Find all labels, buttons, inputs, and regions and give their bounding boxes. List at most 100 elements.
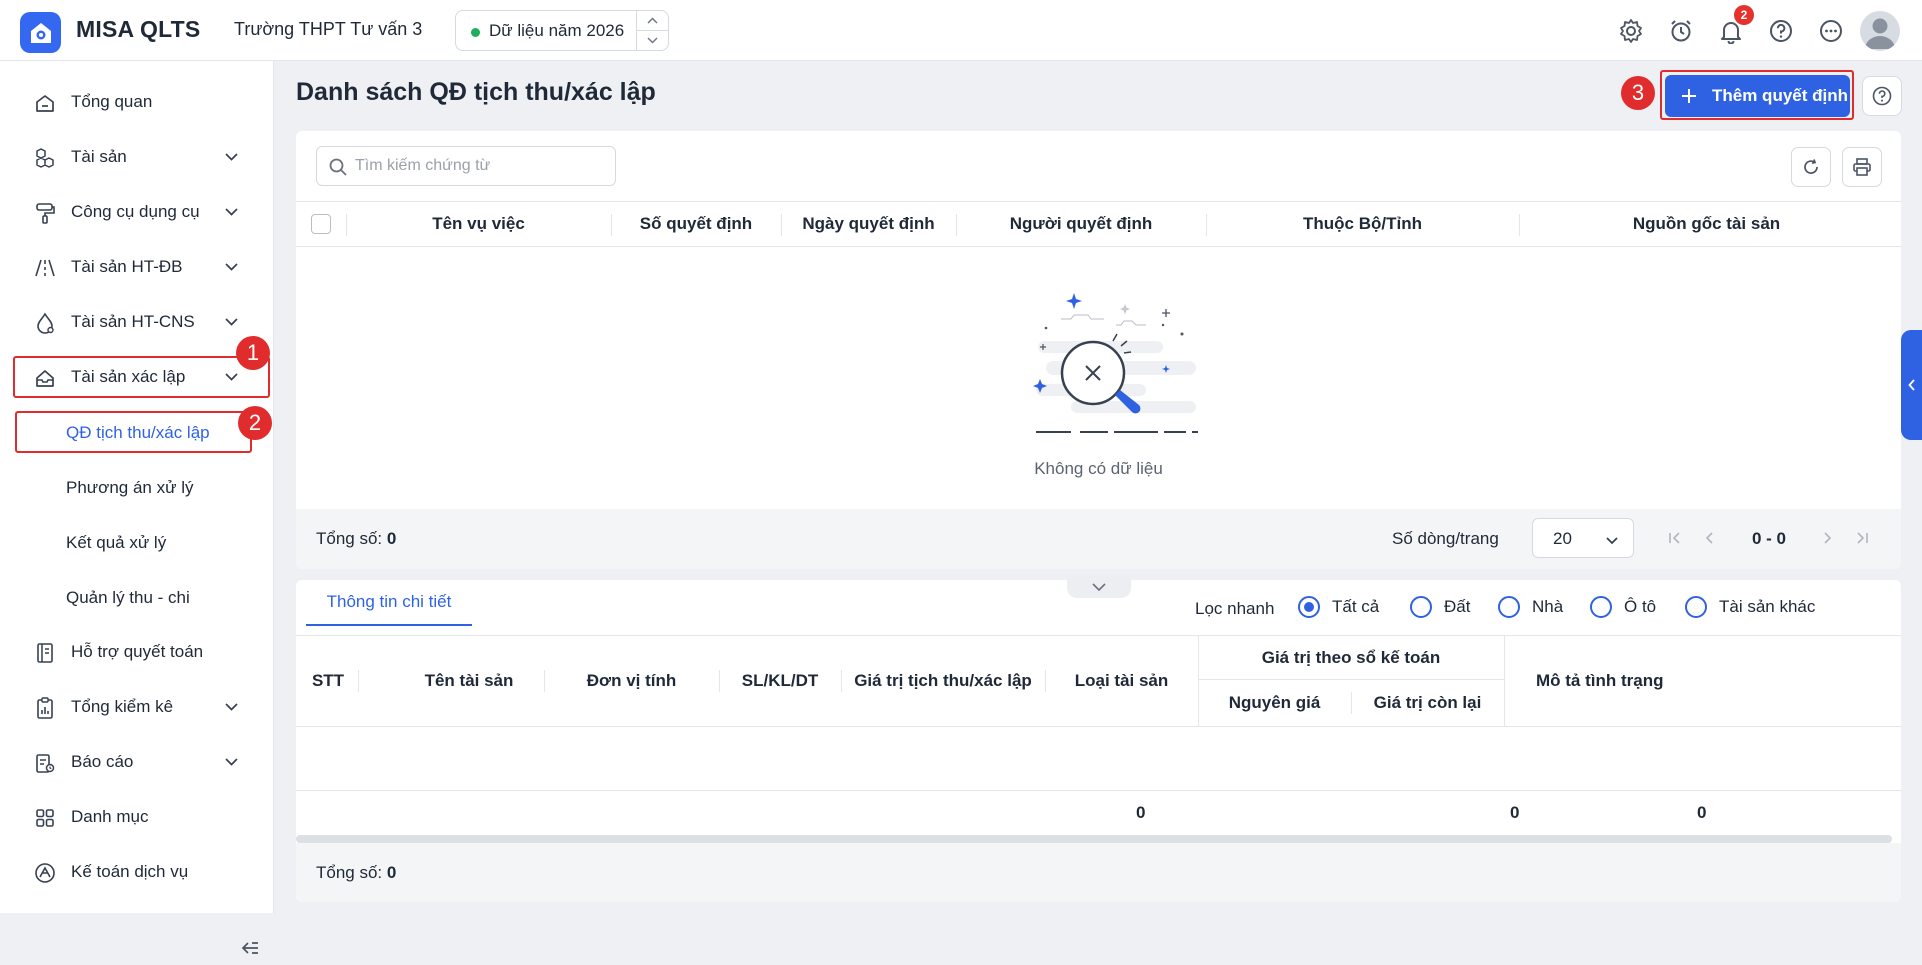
radio-button[interactable] bbox=[1298, 596, 1320, 618]
page-help-button[interactable] bbox=[1862, 76, 1902, 116]
sum-gia-tri-con-lai: 0 bbox=[1697, 803, 1707, 822]
column-header-sl-kl-dt[interactable]: SL/KL/DT bbox=[719, 636, 841, 726]
paint-roller-icon bbox=[34, 202, 56, 224]
chevron-left-icon bbox=[1907, 379, 1915, 391]
radio-label: Nhà bbox=[1532, 597, 1564, 616]
year-selector[interactable]: Dữ liệu năm 2026 bbox=[455, 10, 669, 51]
column-header-loai-tai-san[interactable]: Loại tài sản bbox=[1045, 636, 1198, 726]
column-header-gia-tri-tich-thu[interactable]: Giá trị tịch thu/xác lập bbox=[841, 636, 1045, 726]
sidebar-subitem-quan-ly-thu-chi[interactable]: Quản lý thu - chi bbox=[14, 576, 251, 620]
chevron-down-icon bbox=[1606, 537, 1618, 545]
home-icon bbox=[34, 92, 56, 114]
sum-nguyen-gia: 0 bbox=[1510, 803, 1520, 822]
year-label: Dữ liệu năm 2026 bbox=[489, 21, 625, 40]
tab-thong-tin-chi-tiet[interactable]: Thông tin chi tiết bbox=[306, 580, 472, 626]
radio-label: Ô tô bbox=[1624, 597, 1657, 616]
column-header-don-vi-tinh[interactable]: Đơn vị tính bbox=[544, 636, 719, 726]
empty-search-illustration bbox=[1033, 293, 1198, 433]
sidebar-item-bao-cao[interactable]: Báo cáo bbox=[12, 739, 256, 785]
help-question-icon[interactable] bbox=[1766, 16, 1796, 46]
sidebar-item-tai-san[interactable]: Tài sản bbox=[12, 134, 256, 180]
sidebar-item-tong-quan[interactable]: Tổng quan bbox=[12, 79, 256, 125]
radio-button[interactable] bbox=[1498, 596, 1520, 618]
select-all-checkbox[interactable] bbox=[311, 214, 331, 234]
sidebar-item-label: Tài sản xác lập bbox=[71, 367, 186, 386]
search-box[interactable] bbox=[316, 146, 616, 186]
sidebar-item-label: Tổng quan bbox=[71, 92, 153, 111]
user-avatar[interactable] bbox=[1860, 11, 1900, 51]
sidebar-subitem-qd-tich-thu[interactable]: QĐ tịch thu/xác lập bbox=[14, 411, 251, 455]
sidebar-subitem-label: Phương án xử lý bbox=[66, 478, 194, 497]
total-value: 0 bbox=[386, 529, 397, 548]
column-header-mo-ta-tinh-trang[interactable]: Mô tả tình trạng bbox=[1504, 636, 1901, 726]
sidebar-item-danh-muc[interactable]: Danh mục bbox=[12, 794, 256, 840]
chevron-down-icon[interactable] bbox=[637, 30, 668, 49]
chevron-down-icon bbox=[224, 315, 238, 329]
refresh-icon bbox=[1804, 159, 1818, 174]
radio-button[interactable] bbox=[1685, 596, 1707, 618]
sidebar-item-tai-san-ht-db[interactable]: Tài sản HT-ĐB bbox=[12, 244, 256, 290]
year-spinner[interactable] bbox=[636, 11, 668, 50]
sidebar-item-cong-cu-dung-cu[interactable]: Công cụ dụng cụ bbox=[12, 189, 256, 235]
road-icon bbox=[34, 257, 56, 279]
sidebar-subitem-ket-qua-xu-ly[interactable]: Kết quả xử lý bbox=[14, 521, 251, 565]
school-name[interactable]: Trường THPT Tư vấn 3 bbox=[234, 19, 422, 40]
column-header-so-quyet-dinh[interactable]: Số quyết định bbox=[611, 202, 781, 246]
column-header-nguoi-quyet-dinh[interactable]: Người quyết định bbox=[956, 202, 1206, 246]
radio-button[interactable] bbox=[1410, 596, 1432, 618]
radio-label: Tài sản khác bbox=[1719, 597, 1816, 616]
radio-label: Tất cả bbox=[1332, 597, 1380, 616]
toggle-detail-panel[interactable] bbox=[1067, 576, 1131, 598]
search-input[interactable] bbox=[353, 147, 609, 185]
rows-per-page-select[interactable]: 20 bbox=[1532, 518, 1634, 558]
settings-gear-icon[interactable] bbox=[1616, 16, 1646, 46]
radio-button[interactable] bbox=[1590, 596, 1612, 618]
filter-radio-nha[interactable]: Nhà bbox=[1498, 595, 1563, 619]
horizontal-scrollbar[interactable] bbox=[296, 835, 1892, 843]
column-header-ten-vu-viec[interactable]: Tên vụ việc bbox=[346, 202, 611, 246]
more-options-icon[interactable] bbox=[1816, 16, 1846, 46]
rows-per-page-value: 20 bbox=[1553, 529, 1572, 548]
page-title: Danh sách QĐ tịch thu/xác lập bbox=[296, 78, 656, 106]
sidebar-item-ke-toan-dich-vu[interactable]: Kế toán dịch vụ bbox=[12, 849, 256, 895]
sidebar-item-tai-san-xac-lap[interactable]: Tài sản xác lập bbox=[12, 354, 256, 400]
column-header-ngay-quyet-dinh[interactable]: Ngày quyết định bbox=[781, 202, 956, 246]
printer-icon bbox=[1853, 158, 1871, 176]
sidebar-subitem-phuong-an-xu-ly[interactable]: Phương án xử lý bbox=[14, 466, 251, 510]
total-count: Tổng số: 0 bbox=[316, 529, 396, 549]
step-badge-3: 3 bbox=[1621, 76, 1655, 110]
column-header-nguon-goc-tai-san[interactable]: Nguồn gốc tài sản bbox=[1519, 202, 1894, 246]
column-header-gia-tri-con-lai[interactable]: Giá trị còn lại bbox=[1351, 680, 1504, 726]
refresh-button[interactable] bbox=[1791, 147, 1831, 187]
plus-icon bbox=[1682, 89, 1696, 103]
column-header-nguyen-gia[interactable]: Nguyên giá bbox=[1198, 680, 1351, 726]
prev-page-icon[interactable] bbox=[1700, 528, 1720, 548]
next-page-icon[interactable] bbox=[1817, 528, 1837, 548]
column-header-stt[interactable]: STT bbox=[296, 636, 360, 726]
chevron-down-icon bbox=[224, 755, 238, 769]
chevron-down-icon bbox=[224, 205, 238, 219]
sidebar-item-tong-kiem-ke[interactable]: Tổng kiểm kê bbox=[12, 684, 256, 730]
side-drawer-tab[interactable] bbox=[1901, 330, 1922, 440]
column-header-thuoc-bo-tinh[interactable]: Thuộc Bộ/Tỉnh bbox=[1206, 202, 1519, 246]
step-badge-1: 1 bbox=[236, 336, 270, 370]
app-logo-icon[interactable] bbox=[20, 12, 61, 53]
collapse-sidebar-icon[interactable] bbox=[238, 936, 262, 960]
chevron-up-icon[interactable] bbox=[637, 11, 668, 30]
sidebar-item-ho-tro-quyet-toan[interactable]: Hỗ trợ quyết toán bbox=[12, 629, 256, 675]
column-divider bbox=[358, 670, 359, 692]
alarm-clock-icon[interactable] bbox=[1666, 16, 1696, 46]
sidebar-item-label: Công cụ dụng cụ bbox=[71, 202, 200, 221]
sidebar-subitem-label: Kết quả xử lý bbox=[66, 533, 167, 552]
radio-label: Đất bbox=[1444, 597, 1471, 616]
print-button[interactable] bbox=[1842, 147, 1882, 187]
filter-radio-tat-ca[interactable]: Tất cả bbox=[1298, 595, 1379, 619]
first-page-icon[interactable] bbox=[1665, 528, 1685, 548]
sidebar-item-tai-san-ht-cns[interactable]: Tài sản HT-CNS bbox=[12, 299, 256, 345]
sidebar-subitem-label: QĐ tịch thu/xác lập bbox=[66, 423, 210, 442]
filter-radio-dat[interactable]: Đất bbox=[1410, 595, 1470, 619]
add-decision-button[interactable]: Thêm quyết định bbox=[1665, 75, 1850, 117]
filter-radio-tai-san-khac[interactable]: Tài sản khác bbox=[1685, 595, 1815, 619]
filter-radio-o-to[interactable]: Ô tô bbox=[1590, 595, 1656, 619]
last-page-icon[interactable] bbox=[1852, 528, 1872, 548]
